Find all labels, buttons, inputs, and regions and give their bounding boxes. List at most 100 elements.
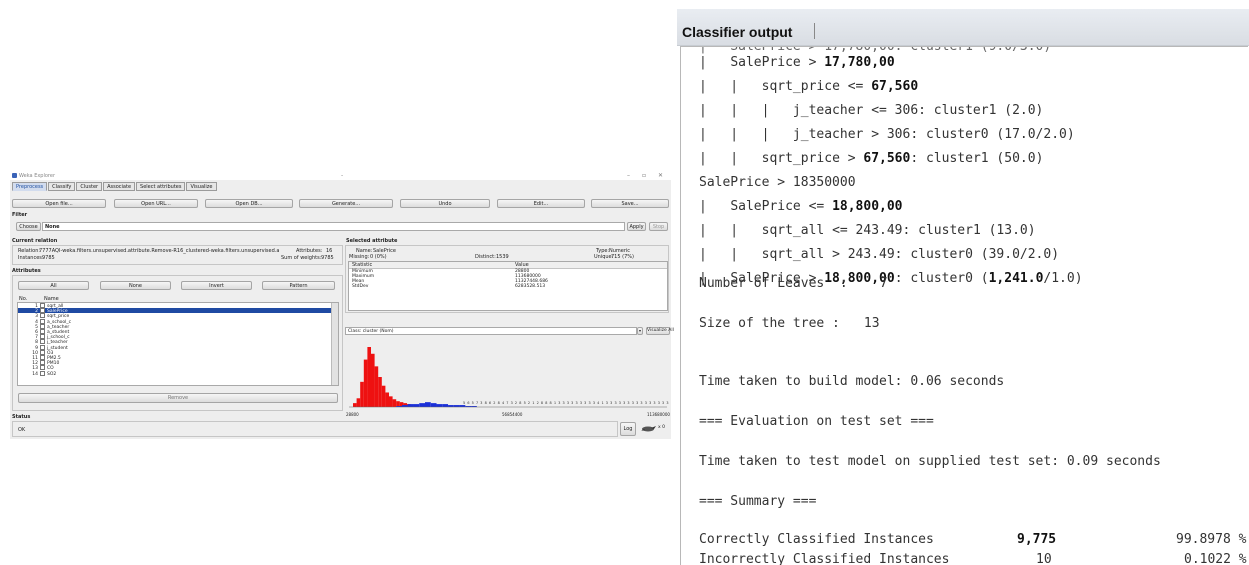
histogram-bar-red: [367, 347, 371, 407]
invert-button[interactable]: Invert: [181, 281, 252, 290]
tab-label: Associate: [107, 184, 132, 190]
class-dropdown-chevron-icon[interactable]: ▾: [637, 327, 643, 335]
instances-label: Instances:: [18, 255, 44, 261]
restore-icon[interactable]: ▫: [642, 172, 646, 179]
log-button[interactable]: Log: [620, 422, 636, 436]
tree-line-prefix: | |: [699, 247, 762, 262]
tree-line-prefix: |: [699, 199, 731, 214]
choose-filter-button[interactable]: Choose: [16, 222, 41, 231]
distinct-label: Distinct:: [475, 254, 496, 260]
tab-label: Visualize: [190, 184, 213, 190]
classifier-output-header: Classifier output: [677, 9, 1249, 46]
save-button[interactable]: Save...: [591, 199, 669, 208]
tree-line: SalePrice > 18350000: [699, 175, 856, 191]
selected-attribute-label: Selected attribute: [346, 238, 398, 244]
generate-button[interactable]: Generate...: [299, 199, 393, 208]
select-all-button[interactable]: All: [18, 281, 89, 290]
histogram-bar-red: [385, 392, 389, 407]
histogram-bar-blue: [407, 404, 414, 407]
tab-visualize[interactable]: Visualize: [186, 182, 217, 191]
classifier-output-text[interactable]: | SalePrice > 17,780,00: cluster1 (9.0/3…: [680, 46, 1248, 565]
tab-select-attributes[interactable]: Select attributes: [136, 182, 186, 191]
status-x-label: x 0: [658, 425, 665, 430]
pattern-button[interactable]: Pattern: [262, 281, 335, 290]
class-select[interactable]: Class: cluster (Nom): [345, 327, 637, 335]
tree-line-text: sqrt_price <=: [761, 79, 872, 94]
current-relation-label: Current relation: [12, 238, 58, 244]
histogram-bar-blue: [459, 405, 466, 407]
attribute-checkbox[interactable]: [40, 370, 45, 376]
window-titlebar: Weka Explorer - – ▫ ✕: [10, 171, 671, 180]
correct-pct: 99.8978 %: [1176, 532, 1247, 547]
tree-line: | | sqrt_all > 243.49: cluster0 (39.0/2.…: [699, 247, 1059, 263]
tab-associate[interactable]: Associate: [103, 182, 136, 191]
stop-button[interactable]: Stop: [649, 222, 668, 231]
clipped-line: | SalePrice > 17,780,00: cluster1 (9.0/3…: [699, 46, 1052, 54]
incorrect-pct: 0.1022 %: [1184, 552, 1247, 565]
status-section-label: Status: [12, 414, 31, 420]
tree-line: | | | j_teacher <= 306: cluster1 (2.0): [699, 103, 1043, 119]
open-url-button[interactable]: Open URL...: [114, 199, 198, 208]
statistic-name: StdDev: [352, 284, 369, 289]
tree-line: | SalePrice > 17,780,00: [699, 55, 895, 71]
attribute-number: 14: [32, 371, 38, 377]
attributes-panel: All None Invert Pattern No. Name 1 sqrt_a…: [12, 275, 343, 411]
minimize-icon[interactable]: –: [627, 172, 630, 179]
weka-logo-icon: [12, 173, 17, 178]
histogram-bar-blue: [436, 404, 443, 407]
edit-button[interactable]: Edit...: [497, 199, 585, 208]
tree-line-text: SalePrice > 18350000: [699, 175, 856, 190]
visualize-all-button[interactable]: Visualize All: [646, 327, 674, 335]
tree-line-num: 17,780,00: [824, 55, 895, 70]
histogram-bar-blue: [442, 404, 449, 407]
tab-preprocess[interactable]: Preprocess: [12, 182, 48, 191]
histogram-bar-blue: [430, 403, 437, 407]
close-icon[interactable]: ✕: [658, 172, 663, 179]
histogram-bar-red: [360, 381, 364, 407]
filter-field[interactable]: None: [42, 222, 625, 231]
weka-explorer-window: Weka Explorer - – ▫ ✕ Preprocess Classif…: [10, 171, 674, 439]
filter-value: None: [45, 224, 60, 230]
classifier-output-title: Classifier output: [682, 24, 793, 40]
hist-max-label: 113680000: [647, 412, 670, 417]
tab-cluster[interactable]: Cluster: [76, 182, 103, 191]
tree-line: | | | j_teacher > 306: cluster0 (17.0/2.…: [699, 127, 1075, 143]
relation-value: 7777AQI-weka.filters.unsupervised.attrib…: [39, 248, 279, 254]
weka-bird-icon: [641, 425, 657, 432]
tree-line-prefix: | |: [699, 223, 762, 238]
tree-line-suffix: : cluster0 (: [894, 271, 989, 286]
tree-line: | | sqrt_price <= 67,560: [699, 79, 918, 95]
attributes-count-label: Attributes:: [296, 248, 323, 254]
title-separator: -: [341, 172, 344, 179]
open-file-button[interactable]: Open file...: [12, 199, 106, 208]
tab-label: Cluster: [80, 184, 99, 190]
open-db-button[interactable]: Open DB...: [205, 199, 293, 208]
tab-label: Select attributes: [140, 184, 182, 190]
tree-line-prefix: | | |: [699, 127, 793, 142]
tree-line-num: 18,800,00: [832, 199, 903, 214]
undo-button[interactable]: Undo: [400, 199, 490, 208]
remove-button[interactable]: Remove: [18, 393, 338, 403]
attributes-list[interactable]: 1 sqrt_all 2 SalePrice 3 sqrt_price 4 a_school_…: [17, 302, 339, 386]
current-relation-panel: Relation: 7777AQI-weka.filters.unsupervi…: [12, 245, 343, 265]
tree-line-suffix2: /1.0): [1043, 271, 1083, 286]
summary-header: === Summary ===: [699, 494, 817, 509]
correct-count: 9,775: [1017, 532, 1057, 547]
histogram-bar-red: [374, 366, 379, 407]
statistic-row: StdDev 6283528.513: [349, 284, 667, 289]
hist-mid-label: 56854400: [502, 412, 523, 417]
class-select-value: Class: cluster (Nom): [348, 329, 394, 334]
histogram-bar-red: [381, 385, 386, 407]
apply-button[interactable]: Apply: [627, 222, 646, 231]
build-time-line: Time taken to build model: 0.06 seconds: [699, 374, 1005, 389]
unique-value: 715 (7%): [611, 254, 634, 260]
select-none-button[interactable]: None: [100, 281, 171, 290]
tree-line-text: sqrt_price >: [761, 151, 864, 166]
attributes-scrollbar[interactable]: [331, 303, 338, 385]
tab-classify[interactable]: Classify: [48, 182, 76, 191]
tree-line-text: sqrt_all > 243.49: cluster0 (39.0/2.0): [761, 247, 1060, 262]
attribute-row[interactable]: 14 SO2: [18, 370, 331, 377]
tree-size-value: 13: [863, 316, 880, 331]
class-histogram: 5 6 5 7 3 8 6 2 8 4 7 3 2 8 5 2 1 2 8 8 …: [349, 347, 671, 408]
test-time-line: Time taken to test model on supplied tes…: [699, 454, 1161, 469]
